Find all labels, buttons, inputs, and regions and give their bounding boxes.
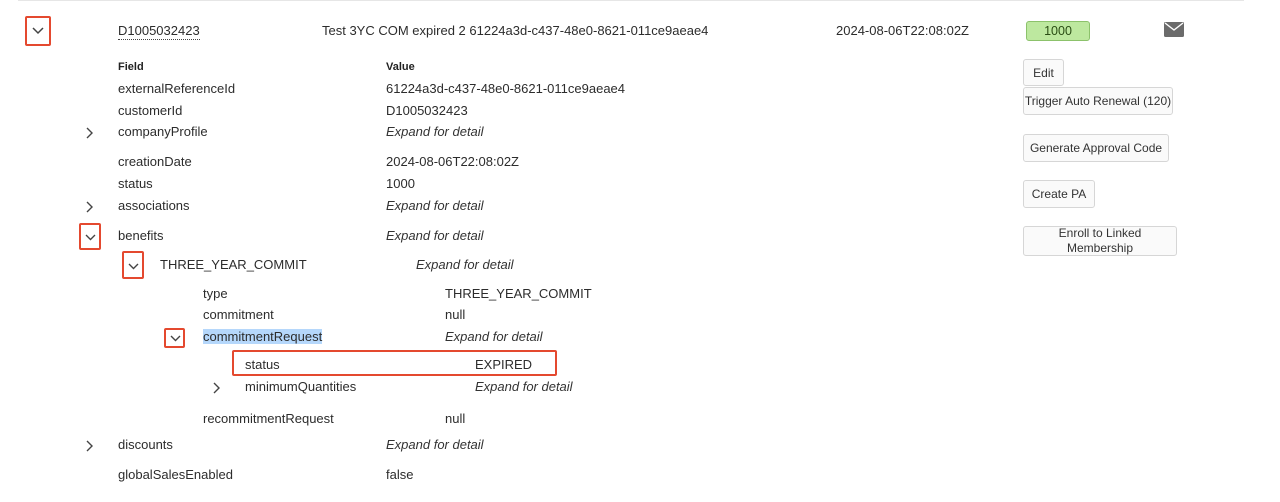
trigger-auto-renewal-button[interactable]: Trigger Auto Renewal (120) (1023, 87, 1173, 115)
field-label: status (118, 176, 153, 191)
field-label: globalSalesEnabled (118, 467, 233, 482)
field-label: creationDate (118, 154, 192, 169)
field-column-header: Field (118, 61, 144, 73)
expand-for-detail[interactable]: Expand for detail (386, 198, 484, 213)
customer-description: Test 3YC COM expired 2 61224a3d-c437-48e… (322, 23, 709, 38)
field-value: null (445, 307, 466, 322)
expand-for-detail[interactable]: Expand for detail (386, 437, 484, 452)
field-label: customerId (118, 103, 183, 118)
chevron-right-icon[interactable] (79, 122, 101, 144)
status-badge: 1000 (1026, 21, 1090, 41)
field-label: companyProfile (118, 124, 208, 139)
create-pa-button[interactable]: Create PA (1023, 180, 1095, 208)
field-label: benefits (118, 228, 164, 243)
customer-date: 2024-08-06T22:08:02Z (836, 23, 969, 38)
field-value: 1000 (386, 176, 415, 191)
generate-approval-code-button[interactable]: Generate Approval Code (1023, 134, 1169, 162)
field-label: commitment (203, 307, 274, 322)
expand-for-detail[interactable]: Expand for detail (445, 329, 543, 344)
field-label: associations (118, 198, 190, 213)
chevron-down-icon[interactable] (79, 226, 101, 248)
value-column-header: Value (386, 61, 415, 73)
expand-for-detail[interactable]: Expand for detail (475, 379, 573, 394)
chevron-right-icon[interactable] (206, 377, 228, 399)
field-label-selected: commitmentRequest (203, 329, 323, 344)
field-label: discounts (118, 437, 173, 452)
chevron-down-icon[interactable] (27, 20, 49, 42)
chevron-down-icon[interactable] (164, 327, 186, 349)
chevron-right-icon[interactable] (79, 196, 101, 218)
field-value: 2024-08-06T22:08:02Z (386, 154, 519, 169)
field-value: false (386, 467, 414, 482)
field-value: 61224a3d-c437-48e0-8621-011ce9aeae4 (386, 81, 626, 96)
field-label: THREE_YEAR_COMMIT (160, 257, 307, 272)
field-value: D1005032423 (386, 103, 468, 118)
row-divider (18, 0, 1244, 1)
enroll-linked-membership-button[interactable]: Enroll to Linked Membership (1023, 226, 1177, 256)
field-label: externalReferenceId (118, 81, 236, 96)
expand-for-detail[interactable]: Expand for detail (416, 257, 514, 272)
field-label: minimumQuantities (245, 379, 357, 394)
expand-for-detail[interactable]: Expand for detail (386, 228, 484, 243)
field-value: EXPIRED (475, 357, 533, 372)
field-value: THREE_YEAR_COMMIT (445, 286, 592, 301)
expand-for-detail[interactable]: Expand for detail (386, 124, 484, 139)
edit-button[interactable]: Edit (1023, 59, 1064, 86)
field-label: status (245, 357, 280, 372)
field-label: recommitmentRequest (203, 411, 334, 426)
field-value: null (445, 411, 466, 426)
chevron-down-icon[interactable] (122, 255, 144, 277)
envelope-icon[interactable] (1164, 22, 1184, 37)
customer-id-link[interactable]: D1005032423 (118, 23, 200, 40)
field-label: type (203, 286, 228, 301)
chevron-right-icon[interactable] (79, 435, 101, 457)
